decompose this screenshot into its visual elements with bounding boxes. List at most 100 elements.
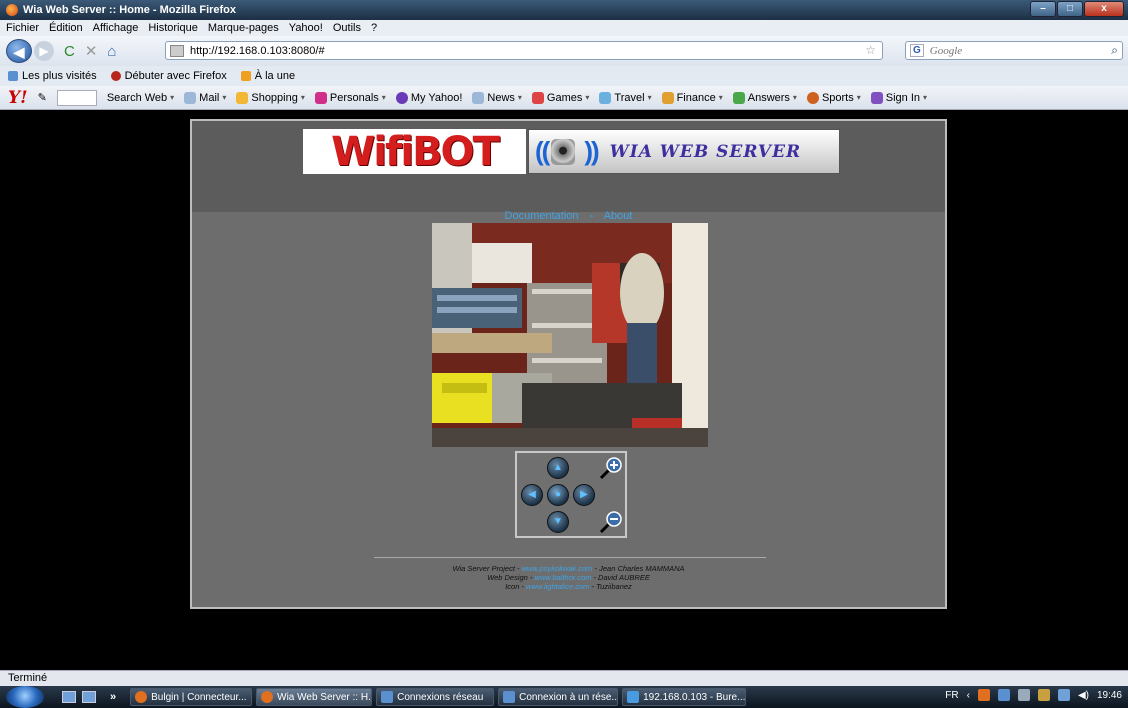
stop-icon[interactable]: ✕ (85, 42, 98, 60)
bookmark-most-visited[interactable]: Les plus visités (8, 70, 97, 82)
search-icon[interactable]: ⌕ (1111, 43, 1118, 58)
label: Sign In (885, 91, 920, 104)
url-input[interactable] (190, 44, 830, 57)
task-connexion-reseau[interactable]: Connexion à un rése... (498, 688, 619, 706)
balthor-link[interactable]: www.balthor.com (535, 573, 592, 582)
bookmark-getting-started[interactable]: Débuter avec Firefox (110, 70, 227, 82)
bookmarks-toolbar: Les plus visités Débuter avec Firefox À … (0, 66, 1128, 86)
tray-app-icon[interactable] (1017, 689, 1030, 701)
yahoo-news[interactable]: News ▾ (472, 91, 522, 104)
footer-text: - Jean Charles MAMMANA (592, 564, 685, 573)
chevron-left-icon[interactable]: ‹ (967, 690, 970, 701)
language-indicator[interactable]: FR (945, 690, 958, 701)
maximize-button[interactable]: □ (1057, 1, 1083, 17)
menu-historique[interactable]: Historique (148, 22, 198, 34)
task-label: 192.168.0.103 - Bure... (643, 691, 746, 703)
site-footer: Wia Server Project - www.psykokwak.com -… (192, 564, 945, 591)
switch-windows-icon[interactable] (82, 691, 96, 703)
task-label: Connexions réseau (397, 691, 484, 703)
bookmark-label: Débuter avec Firefox (124, 70, 227, 82)
task-remote-desktop[interactable]: 192.168.0.103 - Bure... (622, 688, 747, 706)
search-engine-icon[interactable]: G (910, 44, 924, 57)
wia-web-server-logo: (( )) WIA WEB SERVER (528, 129, 840, 174)
bookmark-label: À la une (254, 70, 296, 82)
task-connexions-reseau[interactable]: Connexions réseau (376, 688, 495, 706)
tray-app-icon[interactable] (1037, 689, 1050, 701)
menu-affichage[interactable]: Affichage (93, 22, 139, 34)
psykokwak-link[interactable]: www.psykokwak.com (522, 564, 593, 573)
lightalice-link[interactable]: www.lightalice.com (526, 582, 589, 591)
center-button[interactable]: ● (547, 484, 569, 506)
search-bar[interactable]: G ⌕ (905, 41, 1123, 60)
menu-marque-pages[interactable]: Marque-pages (208, 22, 279, 34)
wifibot-logo-text: WifiBOT (331, 128, 500, 175)
window-title: Wia Web Server :: Home - Mozilla Firefox (23, 4, 237, 16)
minimize-button[interactable]: – (1030, 1, 1056, 17)
yahoo-search-web[interactable]: Search Web ▾ (107, 92, 174, 104)
forward-button[interactable]: ▶ (34, 41, 54, 61)
pan-up-button[interactable]: ▲ (547, 457, 569, 479)
yahoo-answers[interactable]: Answers ▾ (732, 91, 797, 104)
about-link[interactable]: About (604, 210, 633, 222)
label: Sports (821, 91, 854, 104)
signal-waves-icon: )) (584, 136, 599, 166)
menu-yahoo[interactable]: Yahoo! (289, 22, 323, 34)
yahoo-finance[interactable]: Finance ▾ (661, 91, 723, 104)
reload-icon[interactable]: C (64, 43, 75, 60)
footer-text: - Tuziibanez (589, 582, 632, 591)
clock[interactable]: 19:46 (1097, 690, 1122, 701)
yahoo-mail[interactable]: Mail ▾ (184, 91, 226, 104)
quick-launch (62, 691, 96, 703)
zoom-in-icon[interactable] (599, 456, 623, 480)
navigation-toolbar: ◀ ▶ C ✕ ⌂ ☆ G ⌕ (0, 36, 1128, 66)
yahoo-travel[interactable]: Travel ▾ (599, 91, 652, 104)
chevron-right-icon[interactable]: » (110, 691, 116, 703)
home-icon[interactable]: ⌂ (107, 43, 116, 60)
yahoo-personals[interactable]: Personals ▾ (314, 91, 386, 104)
camera-image (432, 223, 708, 447)
address-bar[interactable]: ☆ (165, 41, 883, 60)
task-label: Bulgin | Connecteur... (151, 691, 247, 703)
tray-app-icon[interactable] (997, 689, 1010, 701)
close-button[interactable]: x (1084, 1, 1124, 17)
back-button[interactable]: ◀ (6, 39, 32, 63)
menu-fichier[interactable]: Fichier (6, 22, 39, 34)
firefox-bookmark-icon (110, 71, 121, 81)
bookmark-star-icon[interactable]: ☆ (865, 43, 876, 57)
menu-help[interactable]: ? (371, 22, 377, 34)
start-button[interactable] (6, 686, 44, 708)
yahoo-sign-in[interactable]: Sign In ▾ (870, 91, 927, 104)
network-tray-icon[interactable] (1057, 689, 1070, 701)
menu-outils[interactable]: Outils (333, 22, 361, 34)
yahoo-games[interactable]: Games ▾ (531, 91, 589, 104)
task-wia-web-server[interactable]: Wia Web Server :: H... (256, 688, 373, 706)
yahoo-search-input[interactable] (56, 89, 97, 106)
yahoo-shopping[interactable]: Shopping ▾ (236, 91, 305, 104)
footer-text: Web Design - (487, 573, 535, 582)
documentation-link[interactable]: Documentation (505, 210, 579, 222)
pencil-icon[interactable]: ✎ (38, 91, 47, 104)
zoom-out-icon[interactable] (599, 510, 623, 534)
task-bulgin[interactable]: Bulgin | Connecteur... (130, 688, 253, 706)
mail-icon (184, 91, 197, 104)
show-desktop-icon[interactable] (62, 691, 76, 703)
pan-down-button[interactable]: ▼ (547, 511, 569, 533)
site-identity-icon[interactable] (170, 44, 184, 57)
site-header: WifiBOT (( )) WIA WEB SERVER (192, 121, 945, 212)
yahoo-sports[interactable]: Sports ▾ (806, 91, 861, 104)
search-input[interactable] (929, 44, 1090, 57)
pan-right-button[interactable]: ▶ (573, 484, 595, 506)
window-titlebar[interactable]: Wia Web Server :: Home - Mozilla Firefox… (0, 0, 1128, 20)
volume-icon[interactable]: ◀) (1078, 690, 1089, 701)
remote-desktop-icon (627, 691, 640, 703)
yahoo-my-yahoo[interactable]: My Yahoo! (395, 91, 462, 104)
menu-edition[interactable]: Édition (49, 22, 83, 34)
most-visited-icon (8, 71, 18, 81)
pan-left-button[interactable]: ◀ (521, 484, 543, 506)
tray-app-icon[interactable] (977, 689, 990, 701)
bookmark-headlines[interactable]: À la une (240, 70, 296, 82)
label: Answers (747, 91, 790, 104)
yahoo-logo[interactable]: Y! (8, 88, 28, 108)
games-icon (531, 91, 544, 104)
label: Games (546, 91, 583, 104)
